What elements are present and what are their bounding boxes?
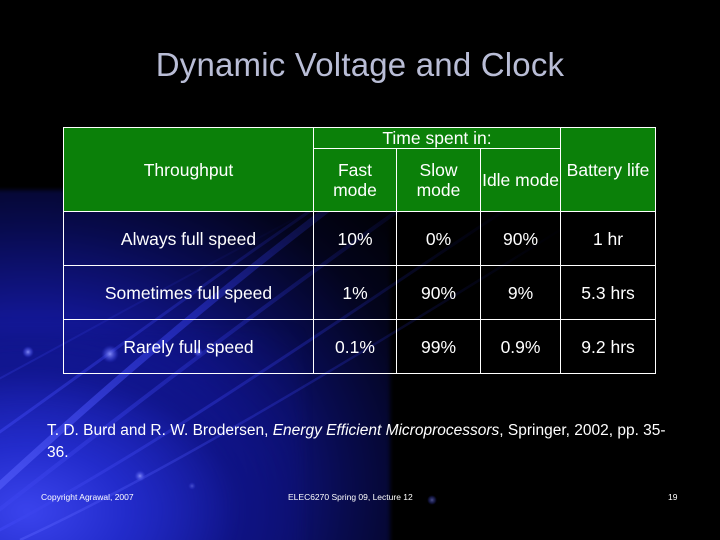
cell-slow-mode: 99%	[396, 319, 481, 375]
footer-copyright: Copyright Agrawal, 2007	[41, 492, 134, 502]
cell-fast-mode: 0.1%	[313, 319, 397, 375]
table-row: Sometimes full speed 1% 90% 9% 5.3 hrs	[63, 265, 657, 321]
dvfs-table: Throughput Time spent in: Battery life F…	[63, 126, 657, 375]
citation: T. D. Burd and R. W. Brodersen, Energy E…	[47, 420, 687, 465]
cell-battery-life: 1 hr	[560, 211, 657, 267]
page-title: Dynamic Voltage and Clock	[155, 46, 565, 83]
row-label-sometimes-full-speed: Sometimes full speed	[63, 265, 314, 321]
citation-authors: T. D. Burd and R. W. Brodersen,	[47, 422, 273, 439]
footer-page-number: 19	[668, 492, 678, 502]
cell-idle-mode: 0.9%	[479, 319, 562, 375]
header-idle-mode: Idle mode	[479, 148, 562, 213]
cell-idle-mode: 9%	[479, 265, 562, 321]
slide-footer: Copyright Agrawal, 2007 ELEC6270 Spring …	[0, 492, 720, 508]
cell-battery-life: 5.3 hrs	[560, 265, 657, 321]
cell-battery-life: 9.2 hrs	[560, 319, 657, 375]
cell-fast-mode: 10%	[313, 211, 397, 267]
citation-work-title: Energy Efficient Microprocessors	[272, 422, 500, 439]
row-label-rarely-full-speed: Rarely full speed	[63, 319, 314, 375]
table-header-row-top: Throughput Time spent in: Battery life	[63, 126, 657, 213]
header-time-spent-in: Time spent in:	[312, 126, 562, 150]
header-slow-mode: Slow mode	[396, 148, 481, 213]
footer-course: ELEC6270 Spring 09, Lecture 12	[288, 492, 413, 502]
header-throughput: Throughput	[63, 126, 314, 213]
cell-fast-mode: 1%	[313, 265, 397, 321]
table-row: Always full speed 10% 0% 90% 1 hr	[63, 211, 657, 267]
cell-slow-mode: 0%	[396, 211, 481, 267]
slide-canvas: Dynamic Voltage and Clock Throughput Tim…	[0, 0, 720, 540]
cell-idle-mode: 90%	[479, 211, 562, 267]
row-label-always-full-speed: Always full speed	[63, 211, 314, 267]
cell-slow-mode: 90%	[396, 265, 481, 321]
header-battery-life: Battery life	[560, 126, 657, 213]
table-row: Rarely full speed 0.1% 99% 0.9% 9.2 hrs	[63, 319, 657, 375]
header-fast-mode: Fast mode	[313, 148, 397, 213]
